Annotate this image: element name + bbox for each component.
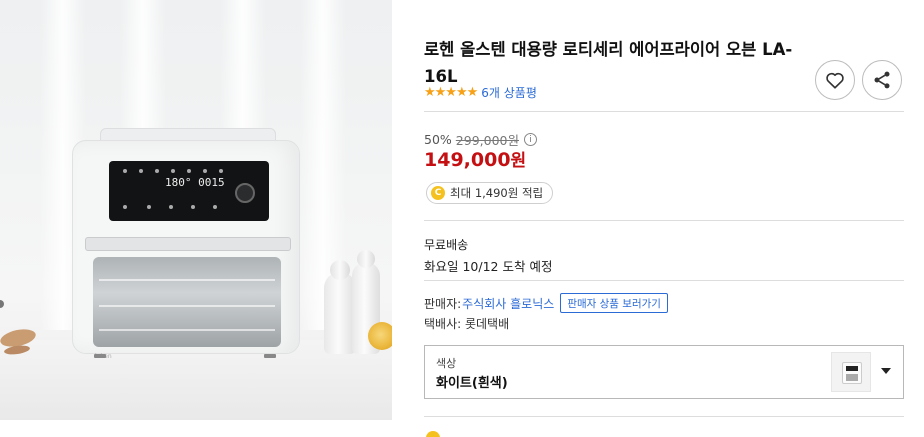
air-fryer-oven: 180° 0015 lohen xyxy=(72,128,300,360)
divider xyxy=(424,416,904,417)
heart-icon xyxy=(826,72,844,89)
shipping-title: 무료배송 xyxy=(424,238,469,252)
seller-name-link[interactable]: 주식회사 흘로닉스 xyxy=(462,295,554,312)
panel-icon xyxy=(139,169,143,173)
panel-icon xyxy=(203,169,207,173)
grinder-cap xyxy=(357,250,375,268)
seller-row: 판매자: 주식회사 흘로닉스 판매자 상품 보러가기 xyxy=(424,293,668,313)
star-rating-icon: ★★★★★ xyxy=(424,85,478,100)
color-option-select[interactable]: 색상 화이트(흰색) xyxy=(424,345,904,399)
panel-icon xyxy=(187,169,191,173)
view-seller-products-button[interactable]: 판매자 상품 보러가기 xyxy=(560,293,668,313)
reward-points-badge: C 최대 1,490원 적립 xyxy=(426,182,554,204)
wishlist-button[interactable] xyxy=(815,60,855,100)
panel-icon xyxy=(123,205,127,209)
product-info: 로헨 올스텐 대용량 로티세리 에어프라이어 오븐 LA-16L ★★★★★ 6… xyxy=(424,0,904,437)
panel-icon xyxy=(191,205,195,209)
chevron-down-icon xyxy=(881,368,891,374)
delivery-eta: 화요일 10/12 도착 예정 xyxy=(424,259,553,274)
sale-price-value: 149,000 xyxy=(424,149,511,171)
price-info-icon[interactable]: i xyxy=(524,133,537,146)
divider xyxy=(424,280,904,281)
courier-info: 택배사: 롯데택배 xyxy=(424,317,510,331)
control-panel: 180° 0015 xyxy=(109,161,269,221)
fryer-body: 180° 0015 lohen xyxy=(72,140,300,360)
coin-icon: C xyxy=(431,186,445,200)
lcd-display: 180° 0015 xyxy=(165,176,225,189)
option-selected-value: 화이트(흰색) xyxy=(436,376,508,391)
share-icon xyxy=(874,71,890,89)
panel-icon xyxy=(213,205,217,209)
option-label: 색상 xyxy=(436,357,457,370)
lemon xyxy=(368,322,392,350)
points-label: 최대 1,490원 적립 xyxy=(450,186,544,200)
gallery-indicator xyxy=(0,300,4,308)
share-button[interactable] xyxy=(862,60,902,100)
product-image[interactable]: 180° 0015 lohen xyxy=(0,0,392,420)
rack-line xyxy=(99,329,275,331)
product-title: 로헨 올스텐 대용량 로티세리 에어프라이어 오븐 LA-16L xyxy=(424,40,793,86)
rating-row: ★★★★★ 6개 상품평 xyxy=(424,84,537,101)
currency-unit: 원 xyxy=(510,151,527,171)
divider xyxy=(424,220,904,221)
glass-door xyxy=(93,257,281,347)
panel-icon xyxy=(169,205,173,209)
fryer-foot xyxy=(264,354,276,358)
dial-knob xyxy=(235,183,255,203)
panel-icon xyxy=(155,169,159,173)
option-thumbnail xyxy=(831,352,871,392)
review-count-link[interactable]: 6개 상품평 xyxy=(481,84,537,101)
grinder-cap xyxy=(330,260,350,280)
rack-line xyxy=(99,279,275,281)
coin-icon xyxy=(426,431,440,437)
sale-price: 149,000원 xyxy=(424,146,526,171)
fryer-foot xyxy=(94,354,106,358)
panel-icon xyxy=(147,205,151,209)
door-handle xyxy=(85,237,291,251)
divider xyxy=(424,111,904,112)
panel-icon xyxy=(123,169,127,173)
seller-label: 판매자: xyxy=(424,296,462,311)
thumbnail-fryer xyxy=(842,362,862,384)
discount-rate: 50% xyxy=(424,132,452,147)
rack-line xyxy=(99,305,275,307)
panel-icon xyxy=(219,169,223,173)
panel-icon xyxy=(171,169,175,173)
